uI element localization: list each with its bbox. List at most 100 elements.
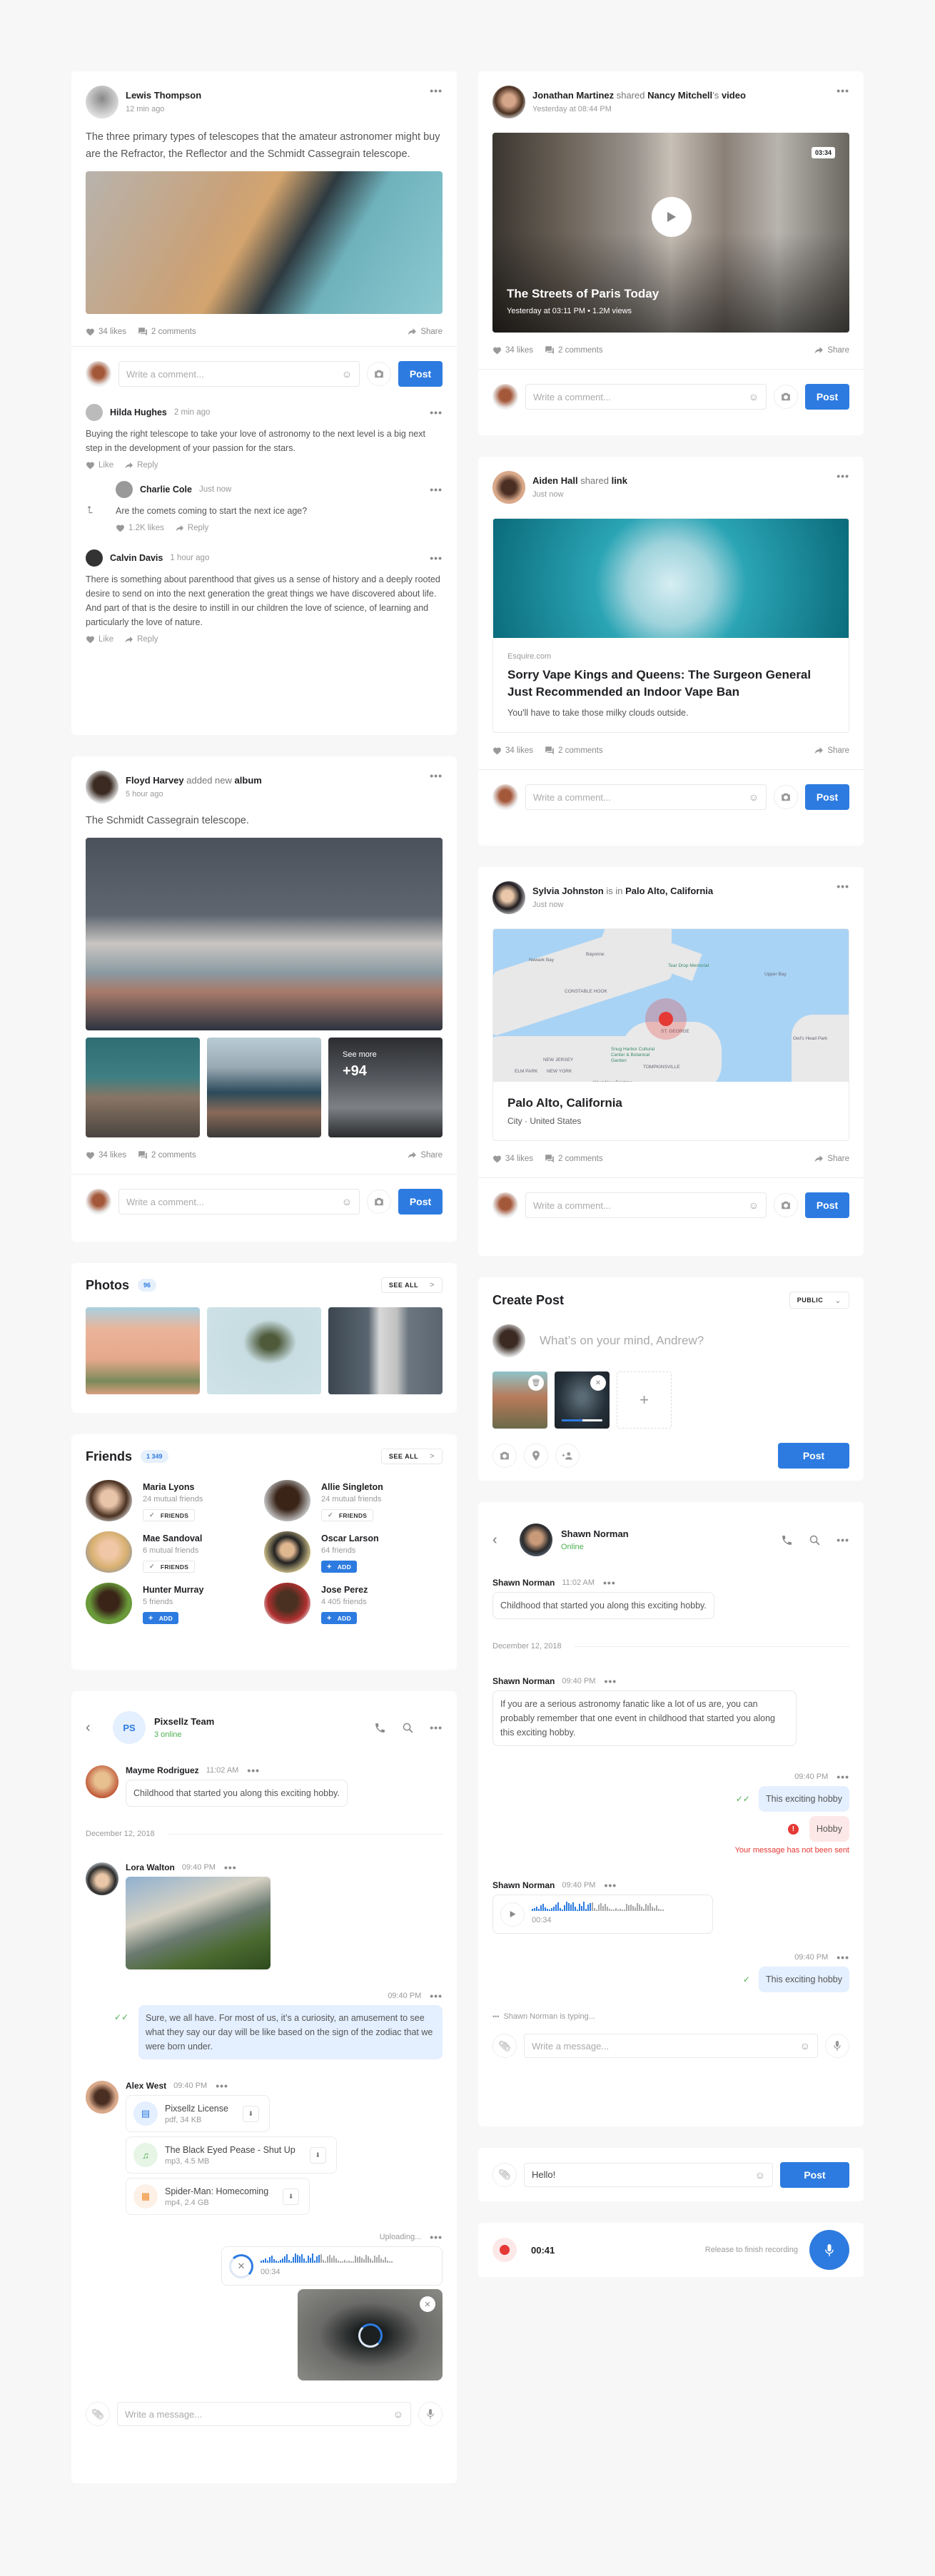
post-comment-button[interactable]: Post: [805, 1192, 849, 1218]
like-button[interactable]: 34 likes: [86, 1151, 126, 1160]
emoji-icon[interactable]: ☺: [342, 1196, 352, 1207]
group-avatar[interactable]: PS: [113, 1711, 146, 1744]
shared-photo[interactable]: [126, 1877, 271, 1969]
photo-thumb[interactable]: [86, 1307, 200, 1394]
friends-status-button[interactable]: ✓ FRIENDS: [321, 1509, 374, 1521]
location-preview[interactable]: Bayonne Tear Drop Memorial CONSTABLE HOOK N…: [492, 928, 849, 1141]
comments-button[interactable]: 2 comments: [545, 345, 603, 355]
more-options-icon[interactable]: •••: [603, 1578, 616, 1588]
avatar[interactable]: [86, 2081, 118, 2114]
avatar[interactable]: [86, 404, 103, 421]
more-options-icon[interactable]: •••: [837, 1535, 849, 1545]
author-name[interactable]: Floyd Harvey: [126, 775, 184, 786]
download-button[interactable]: ⬇: [309, 2146, 326, 2164]
add-friend-button[interactable]: + ADD: [321, 1612, 358, 1624]
map[interactable]: Bayonne Tear Drop Memorial CONSTABLE HOOK N…: [493, 929, 849, 1082]
file-attachment[interactable]: ♫ The Black Eyed Pease - Shut Up mp3, 4.5 …: [126, 2136, 337, 2174]
share-button[interactable]: Share: [408, 1151, 443, 1160]
like-button[interactable]: Like: [86, 461, 113, 470]
avatar[interactable]: [264, 1583, 310, 1624]
photo-thumb[interactable]: [207, 1307, 321, 1394]
comment-input[interactable]: Write a comment... ☺: [118, 361, 360, 387]
like-button[interactable]: 34 likes: [492, 746, 533, 755]
post-comment-button[interactable]: Post: [805, 784, 849, 810]
camera-button[interactable]: [367, 362, 391, 386]
see-all-photos-button[interactable]: SEE ALL >: [380, 1277, 443, 1293]
reply-button[interactable]: Reply: [176, 524, 208, 532]
file-attachment[interactable]: ▤ Pixsellz License pdf, 34 KB ⬇: [126, 2095, 270, 2132]
more-options-icon[interactable]: •••: [430, 2232, 443, 2242]
avatar[interactable]: [86, 86, 118, 118]
download-button[interactable]: ⬇: [242, 2105, 259, 2122]
back-icon[interactable]: ‹: [492, 1532, 507, 1548]
friend-name[interactable]: Allie Singleton: [321, 1482, 383, 1492]
like-button[interactable]: 34 likes: [492, 346, 533, 355]
link-title[interactable]: Sorry Vape Kings and Queens: The Surgeon…: [507, 666, 834, 701]
friends-status-button[interactable]: ✓ FRIENDS: [143, 1561, 196, 1573]
contact-avatar[interactable]: [520, 1523, 552, 1556]
post-comment-button[interactable]: Post: [805, 384, 849, 410]
cancel-upload-button[interactable]: ✕: [229, 2253, 253, 2278]
more-options-icon[interactable]: •••: [430, 485, 443, 495]
more-options-icon[interactable]: •••: [604, 1880, 617, 1890]
add-photo-button[interactable]: [492, 1444, 517, 1468]
like-button[interactable]: 1.2K likes: [116, 524, 164, 532]
share-button[interactable]: Share: [814, 346, 849, 355]
create-post-button[interactable]: Post: [778, 1443, 849, 1469]
delete-icon[interactable]: 🗑︎: [528, 1375, 544, 1391]
more-options-icon[interactable]: •••: [216, 2081, 228, 2091]
author-name[interactable]: Sylvia Johnston: [532, 886, 604, 896]
avatar[interactable]: [492, 86, 525, 118]
cancel-upload-button[interactable]: ✕: [590, 1375, 606, 1391]
camera-button[interactable]: [774, 1193, 798, 1217]
avatar[interactable]: [116, 481, 133, 498]
author-name[interactable]: Lewis Thompson: [126, 90, 201, 101]
message-input[interactable]: Write a message... ☺: [117, 2402, 411, 2426]
tag-friend-button[interactable]: [555, 1444, 580, 1468]
camera-button[interactable]: [774, 385, 798, 409]
avatar[interactable]: [86, 1531, 132, 1573]
emoji-icon[interactable]: ☺: [749, 391, 759, 402]
more-options-icon[interactable]: •••: [837, 1772, 849, 1782]
avatar[interactable]: [86, 549, 103, 567]
more-options-icon[interactable]: •••: [430, 86, 443, 96]
like-button[interactable]: Like: [86, 635, 113, 644]
avatar[interactable]: [86, 771, 118, 803]
send-button[interactable]: Post: [780, 2161, 849, 2188]
add-friend-button[interactable]: + ADD: [143, 1612, 179, 1624]
reply-button[interactable]: Reply: [125, 461, 158, 470]
download-button[interactable]: ⬇: [283, 2188, 300, 2205]
avatar[interactable]: [492, 471, 525, 504]
post-object[interactable]: link: [612, 475, 627, 486]
add-friend-button[interactable]: + ADD: [321, 1561, 358, 1573]
post-comment-button[interactable]: Post: [398, 1189, 443, 1215]
search-icon[interactable]: [402, 1722, 414, 1734]
friend-name[interactable]: Oscar Larson: [321, 1533, 379, 1543]
reply-button[interactable]: Reply: [125, 635, 158, 644]
see-all-friends-button[interactable]: SEE ALL >: [380, 1449, 443, 1464]
share-button[interactable]: Share: [408, 328, 443, 336]
friends-status-button[interactable]: ✓ FRIENDS: [143, 1509, 196, 1521]
video-player[interactable]: 03:34 The Streets of Paris Today Yesterd…: [492, 133, 849, 333]
attach-button[interactable]: 📎︎: [86, 2402, 110, 2426]
more-options-icon[interactable]: •••: [430, 553, 443, 563]
comment-input[interactable]: Write a comment... ☺: [118, 1189, 360, 1215]
play-button[interactable]: [500, 1902, 525, 1927]
comments-button[interactable]: 2 comments: [138, 1150, 196, 1160]
audio-waveform[interactable]: [532, 1901, 705, 1911]
camera-button[interactable]: [774, 785, 798, 809]
more-options-icon[interactable]: •••: [430, 407, 443, 417]
search-icon[interactable]: [809, 1534, 821, 1546]
like-button[interactable]: 34 likes: [492, 1155, 533, 1163]
comments-button[interactable]: 2 comments: [545, 1154, 603, 1163]
avatar[interactable]: [264, 1531, 310, 1573]
post-object[interactable]: video: [722, 90, 746, 101]
more-options-icon[interactable]: •••: [224, 1862, 237, 1872]
emoji-icon[interactable]: ☺: [393, 2408, 403, 2420]
avatar[interactable]: [86, 1862, 118, 1895]
friend-name[interactable]: Mae Sandoval: [143, 1533, 202, 1543]
file-attachment[interactable]: ▦ Spider-Man: Homecoming mp4, 2.4 GB ⬇: [126, 2178, 310, 2215]
post-image[interactable]: [86, 171, 443, 314]
link-preview[interactable]: Esquire.com Sorry Vape Kings and Queens:…: [492, 518, 849, 733]
avatar[interactable]: [492, 881, 525, 914]
